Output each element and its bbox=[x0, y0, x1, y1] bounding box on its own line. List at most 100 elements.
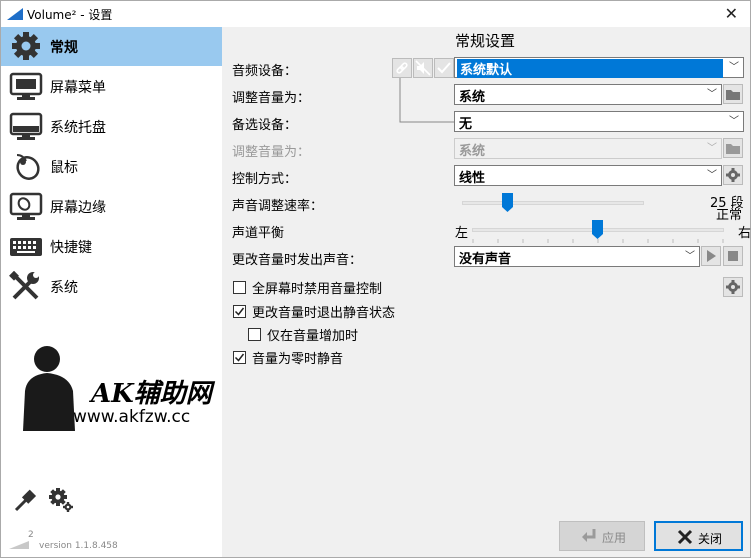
watermark-url: www.akfzw.cc bbox=[73, 407, 191, 427]
sidebar-item-screen-edge[interactable]: 屏幕边缘 bbox=[1, 187, 222, 226]
sidebar-item-label: 快捷键 bbox=[50, 240, 92, 256]
mouse-icon bbox=[16, 154, 40, 180]
page-title: 常规设置 bbox=[455, 32, 516, 50]
adjust-volume-alt-value: 系统 bbox=[459, 144, 486, 159]
sidebar-item-mouse[interactable]: 鼠标 bbox=[1, 147, 222, 186]
title-bar: Volume² - 设置 ✕ bbox=[1, 1, 750, 27]
link-device-button[interactable] bbox=[392, 58, 412, 78]
resize-grip-icon[interactable] bbox=[9, 539, 29, 549]
control-mode-select[interactable]: 线性 ﹀ bbox=[454, 165, 722, 186]
sidebar-item-general[interactable]: 常规 bbox=[1, 27, 222, 66]
sidebar-item-screen-menu[interactable]: 屏幕菜单 bbox=[1, 67, 222, 106]
audio-device-select[interactable]: 系统默认 ﹀ bbox=[454, 57, 744, 78]
volume-speed-track[interactable] bbox=[462, 201, 644, 205]
checkmark-icon bbox=[234, 353, 245, 362]
check-icon bbox=[437, 62, 451, 74]
play-sound-button[interactable] bbox=[701, 246, 721, 266]
folder-icon bbox=[726, 90, 740, 100]
window-close-icon[interactable]: ✕ bbox=[725, 4, 738, 23]
checkbox-only-on-increase[interactable] bbox=[248, 328, 261, 341]
browse-folder-button[interactable] bbox=[723, 84, 743, 104]
balance-label: 声道平衡 bbox=[232, 226, 285, 241]
gear-icon bbox=[726, 168, 740, 182]
brush-icon[interactable] bbox=[13, 488, 37, 512]
sidebar-item-label: 屏幕菜单 bbox=[50, 80, 106, 96]
stop-icon bbox=[728, 251, 738, 261]
checkbox-fullscreen-disable-label: 全屏幕时禁用音量控制 bbox=[252, 282, 383, 297]
control-mode-value: 线性 bbox=[459, 171, 486, 186]
adjust-volume-alt-label: 调整音量为： bbox=[232, 145, 311, 160]
checkbox-unmute-on-change-label: 更改音量时退出静音状态 bbox=[252, 306, 396, 321]
checkbox-fullscreen-disable[interactable] bbox=[233, 281, 246, 294]
sidebar-item-tray[interactable]: 系统托盘 bbox=[1, 107, 222, 146]
connector-line bbox=[399, 78, 455, 123]
folder-icon bbox=[726, 144, 740, 154]
sidebar-item-label: 屏幕边缘 bbox=[50, 200, 106, 216]
browse-folder-alt-button[interactable] bbox=[723, 138, 743, 158]
chevron-down-icon: ﹀ bbox=[707, 170, 717, 181]
checkbox-only-on-increase-label: 仅在音量增加时 bbox=[267, 329, 359, 344]
balance-thumb[interactable] bbox=[592, 220, 603, 239]
confirm-device-button[interactable] bbox=[434, 58, 454, 78]
chevron-down-icon: ﹀ bbox=[729, 116, 739, 127]
settings-gear-icon[interactable] bbox=[48, 487, 74, 513]
general-settings-panel: 常规设置 音频设备： 系统默认 ﹀ 调整音量为： 系统 ﹀ 备选设备： 无 ﹀ … bbox=[222, 27, 751, 557]
mute-speaker-icon bbox=[415, 60, 431, 76]
apply-arrow-icon bbox=[582, 529, 596, 542]
audio-device-value: 系统默认 bbox=[457, 59, 723, 78]
silhouette-image bbox=[23, 346, 75, 431]
checkbox-unmute-on-change[interactable] bbox=[233, 305, 246, 318]
chevron-down-icon: ﹀ bbox=[685, 251, 695, 262]
apply-button[interactable]: 应用 bbox=[559, 521, 645, 551]
checkbox-mute-at-zero[interactable] bbox=[233, 351, 246, 364]
sidebar: 常规 屏幕菜单 系统托盘 鼠标 屏幕边缘 快捷键 系统 AK辅助网 www.ak… bbox=[1, 27, 222, 557]
chevron-down-icon: ﹀ bbox=[729, 62, 739, 73]
change-sound-select[interactable]: 没有声音 ﹀ bbox=[454, 246, 700, 267]
gear-icon bbox=[726, 280, 740, 294]
control-mode-settings-button[interactable] bbox=[723, 165, 743, 185]
version-badge: 2 bbox=[28, 530, 34, 540]
alt-device-select[interactable]: 无 ﹀ bbox=[454, 111, 744, 132]
close-icon bbox=[677, 529, 693, 545]
sidebar-item-label: 系统托盘 bbox=[50, 120, 106, 136]
fullscreen-settings-button[interactable] bbox=[723, 277, 743, 297]
tray-icon bbox=[9, 112, 43, 140]
close-button[interactable]: 关闭 bbox=[654, 521, 743, 551]
window-title: Volume² - 设置 bbox=[27, 8, 113, 22]
play-icon bbox=[707, 250, 716, 262]
mute-device-button[interactable] bbox=[413, 58, 433, 78]
link-icon bbox=[396, 62, 408, 74]
alt-device-label: 备选设备： bbox=[232, 118, 298, 133]
watermark-logo: AK辅助网 bbox=[91, 379, 212, 409]
monitor-menu-icon bbox=[9, 72, 43, 100]
sidebar-item-label: 系统 bbox=[50, 280, 78, 296]
adjust-volume-select[interactable]: 系统 ﹀ bbox=[454, 84, 722, 105]
sidebar-item-system[interactable]: 系统 bbox=[1, 267, 222, 306]
chevron-down-icon: ﹀ bbox=[707, 89, 717, 100]
balance-ticks bbox=[472, 239, 724, 243]
adjust-volume-value: 系统 bbox=[459, 90, 486, 105]
balance-left-label: 左 bbox=[455, 226, 469, 241]
change-sound-label: 更改音量时发出声音： bbox=[232, 253, 363, 268]
alt-device-value: 无 bbox=[459, 117, 473, 132]
sidebar-item-hotkeys[interactable]: 快捷键 bbox=[1, 227, 222, 266]
close-label: 关闭 bbox=[698, 532, 723, 546]
change-sound-value: 没有声音 bbox=[459, 252, 512, 267]
balance-center-text: 正常 bbox=[716, 208, 743, 223]
app-volume-icon bbox=[7, 8, 23, 20]
adjust-volume-alt-select[interactable]: 系统 ﹀ bbox=[454, 138, 722, 159]
watermark: AK辅助网 www.akfzw.cc bbox=[19, 346, 219, 435]
version-text: version 1.1.8.458 bbox=[39, 541, 118, 551]
apply-label: 应用 bbox=[602, 531, 627, 545]
keyboard-icon bbox=[10, 238, 42, 256]
volume-speed-thumb[interactable] bbox=[502, 193, 513, 212]
sidebar-item-label: 常规 bbox=[50, 40, 78, 56]
balance-right-label: 右 bbox=[738, 226, 751, 241]
sidebar-item-label: 鼠标 bbox=[50, 160, 78, 176]
checkmark-icon bbox=[234, 307, 245, 316]
screen-edge-icon bbox=[9, 192, 43, 220]
stop-sound-button[interactable] bbox=[723, 246, 743, 266]
gear-icon bbox=[12, 32, 40, 60]
checkbox-mute-at-zero-label: 音量为零时静音 bbox=[252, 352, 344, 367]
audio-device-label: 音频设备： bbox=[232, 64, 298, 79]
